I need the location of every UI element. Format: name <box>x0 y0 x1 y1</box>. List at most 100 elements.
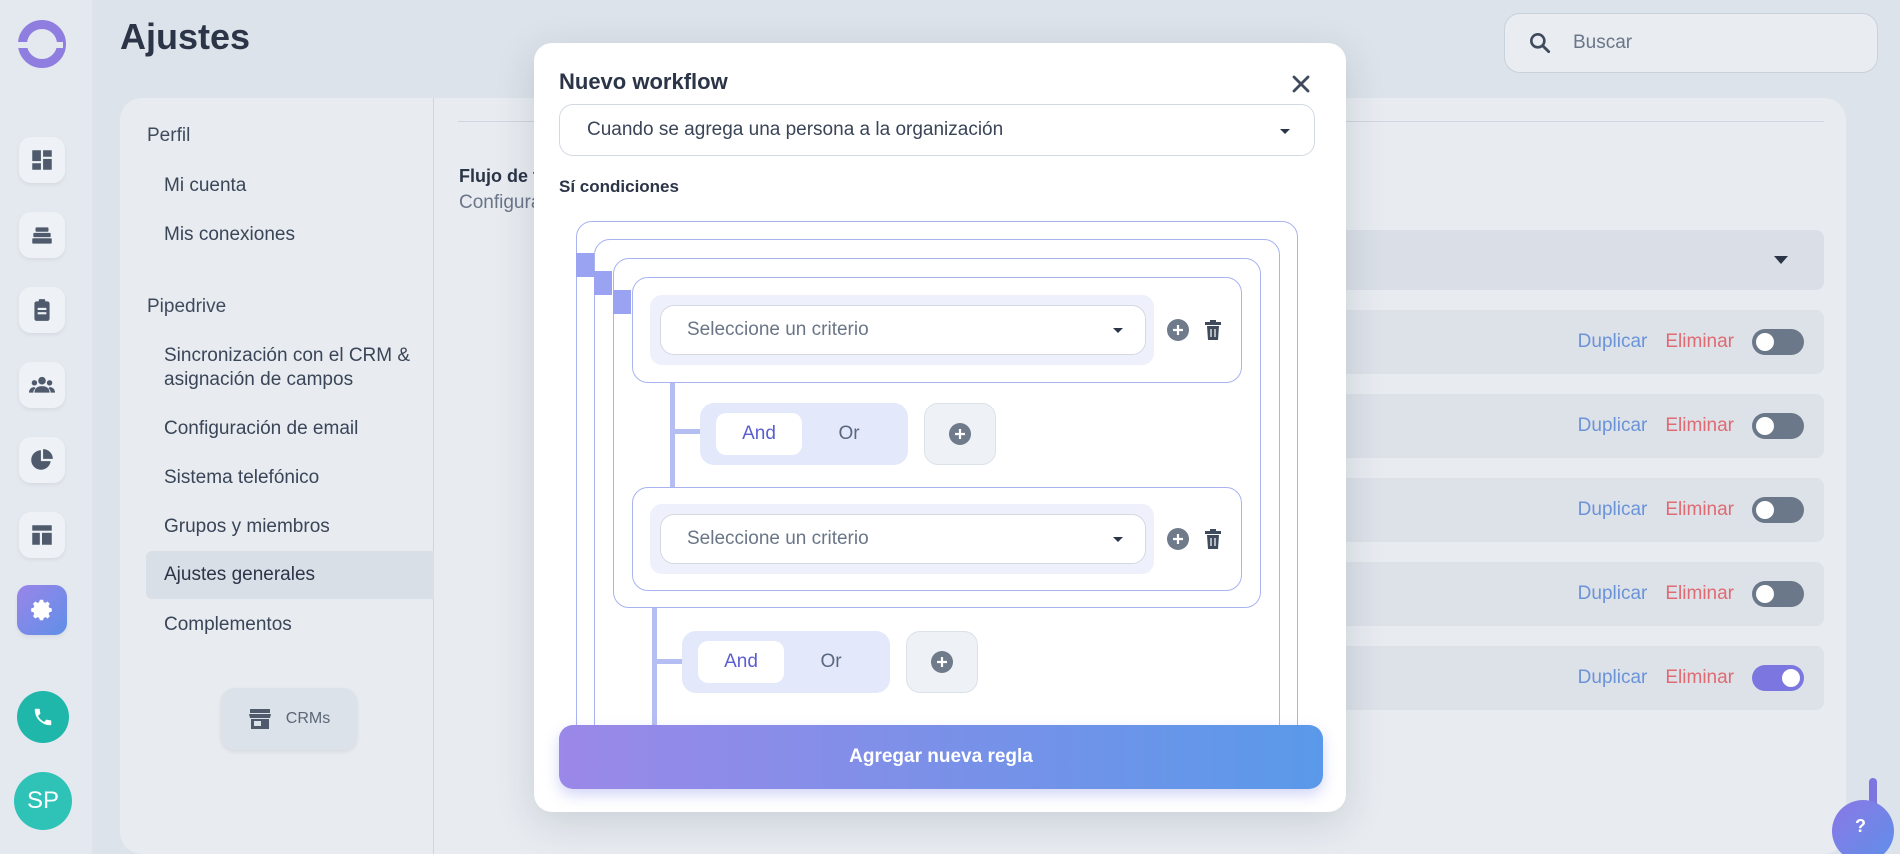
criterion-select[interactable]: Seleccione un criterio <box>660 514 1146 564</box>
modal-title: Nuevo workflow <box>559 69 728 94</box>
rail-dashboard-button[interactable] <box>19 137 65 183</box>
group-marker <box>613 290 631 314</box>
chevron-down-icon <box>1774 256 1788 264</box>
duplicate-link[interactable]: Duplicar <box>1578 331 1648 353</box>
workflow-row: Duplicar Eliminar <box>1334 310 1824 374</box>
trash-icon <box>1205 320 1221 340</box>
clipboard-icon <box>34 299 50 321</box>
logic-operator-group: And Or <box>700 403 908 465</box>
add-criterion-button[interactable] <box>1167 319 1189 341</box>
new-workflow-modal: Nuevo workflow Cuando se agrega una pers… <box>534 43 1346 812</box>
app-rail: SP <box>0 0 92 854</box>
flow-title: Flujo de t <box>459 166 539 186</box>
stack-icon <box>32 227 52 244</box>
rail-layout-button[interactable] <box>19 512 65 558</box>
nav-item-my-account[interactable]: Mi cuenta <box>164 174 246 198</box>
and-button[interactable]: And <box>716 413 802 455</box>
people-icon <box>29 376 55 393</box>
duplicate-link[interactable]: Duplicar <box>1578 415 1648 437</box>
criterion-select-placeholder: Seleccione un criterio <box>687 528 869 549</box>
plus-icon <box>1173 534 1183 544</box>
nav-item-groups-members[interactable]: Grupos y miembros <box>164 515 330 539</box>
rule-row: Seleccione un criterio <box>650 504 1154 574</box>
chevron-down-icon <box>1113 328 1123 333</box>
add-criterion-button[interactable] <box>1167 528 1189 550</box>
and-button[interactable]: And <box>698 641 784 683</box>
rail-stack-button[interactable] <box>19 212 65 258</box>
nav-section-profile: Perfil <box>147 125 191 146</box>
chevron-down-icon <box>1113 537 1123 542</box>
workflow-row: Duplicar Eliminar <box>1334 562 1824 626</box>
plus-circle-icon <box>931 651 953 673</box>
page-title: Ajustes <box>120 16 251 57</box>
connector-line <box>652 659 684 664</box>
connector-line <box>670 429 702 434</box>
nav-section-pipedrive: Pipedrive <box>147 296 227 317</box>
delete-link[interactable]: Eliminar <box>1665 499 1734 521</box>
workflow-toggle[interactable] <box>1752 665 1804 691</box>
store-icon <box>248 709 271 729</box>
nav-item-addons[interactable]: Complementos <box>164 613 292 637</box>
app-logo[interactable] <box>15 20 66 68</box>
rail-reports-button[interactable] <box>19 437 65 483</box>
criterion-select-placeholder: Seleccione un criterio <box>687 319 869 340</box>
trigger-select-value: Cuando se agrega una persona a la organi… <box>587 119 1004 140</box>
nav-item-phone-system[interactable]: Sistema telefónico <box>164 466 319 490</box>
nav-item-general-settings[interactable]: Ajustes generales <box>146 551 434 599</box>
layout-icon <box>32 525 52 545</box>
rail-settings-button[interactable] <box>17 585 67 635</box>
delete-link[interactable]: Eliminar <box>1665 667 1734 689</box>
conditions-label: Sí condiciones <box>559 177 679 196</box>
or-button[interactable]: Or <box>788 641 874 683</box>
delete-criterion-button[interactable] <box>1202 318 1224 342</box>
rail-people-button[interactable] <box>19 362 65 408</box>
nav-item-email-config[interactable]: Configuración de email <box>164 417 358 441</box>
trigger-select[interactable]: Cuando se agrega una persona a la organi… <box>559 104 1315 156</box>
close-icon <box>1292 75 1310 93</box>
flow-subtitle: Configura <box>459 192 542 213</box>
workflow-toggle[interactable] <box>1752 497 1804 523</box>
help-chat-button[interactable] <box>1832 800 1894 854</box>
group-marker <box>594 271 612 295</box>
crms-button[interactable]: CRMs <box>221 688 357 750</box>
nav-item-crm-sync[interactable]: Sincronización con el CRM & asignación d… <box>164 344 410 392</box>
delete-link[interactable]: Eliminar <box>1665 583 1734 605</box>
add-group-button[interactable] <box>906 631 978 693</box>
delete-link[interactable]: Eliminar <box>1665 415 1734 437</box>
workflow-row: Duplicar Eliminar <box>1334 646 1824 710</box>
workflow-row: Duplicar Eliminar <box>1334 394 1824 458</box>
nav-item-crm-sync-line1: Sincronización con el CRM & <box>164 345 411 366</box>
search-input[interactable] <box>1573 32 1818 54</box>
delete-criterion-button[interactable] <box>1202 527 1224 551</box>
or-button[interactable]: Or <box>806 413 892 455</box>
rail-clipboard-button[interactable] <box>19 287 65 333</box>
crms-button-label: CRMs <box>285 710 331 727</box>
rule-row: Seleccione un criterio <box>650 295 1154 365</box>
user-avatar[interactable]: SP <box>14 772 72 830</box>
workflow-filter-dropdown[interactable] <box>1334 230 1824 290</box>
logic-operator-group: And Or <box>682 631 890 693</box>
group-marker <box>576 253 594 277</box>
delete-link[interactable]: Eliminar <box>1665 331 1734 353</box>
chevron-down-icon <box>1280 129 1290 134</box>
condition-builder: Seleccione un criterio And Or Seleccione… <box>576 221 1298 751</box>
add-group-button[interactable] <box>924 403 996 465</box>
nav-item-my-connections[interactable]: Mis conexiones <box>164 223 295 247</box>
connector-line <box>670 383 675 488</box>
phone-icon <box>34 708 52 726</box>
pie-chart-icon <box>31 449 53 470</box>
workflow-toggle[interactable] <box>1752 329 1804 355</box>
duplicate-link[interactable]: Duplicar <box>1578 583 1648 605</box>
phone-button[interactable] <box>17 691 69 743</box>
workflow-toggle[interactable] <box>1752 581 1804 607</box>
nav-item-crm-sync-line2: asignación de campos <box>164 369 354 390</box>
add-rule-button[interactable]: Agregar nueva regla <box>559 725 1323 789</box>
close-button[interactable] <box>1287 70 1315 98</box>
duplicate-link[interactable]: Duplicar <box>1578 499 1648 521</box>
gear-icon <box>31 599 52 621</box>
duplicate-link[interactable]: Duplicar <box>1578 667 1648 689</box>
criterion-select[interactable]: Seleccione un criterio <box>660 305 1146 355</box>
search-box[interactable] <box>1504 13 1878 73</box>
workflow-toggle[interactable] <box>1752 413 1804 439</box>
plus-circle-icon <box>949 423 971 445</box>
